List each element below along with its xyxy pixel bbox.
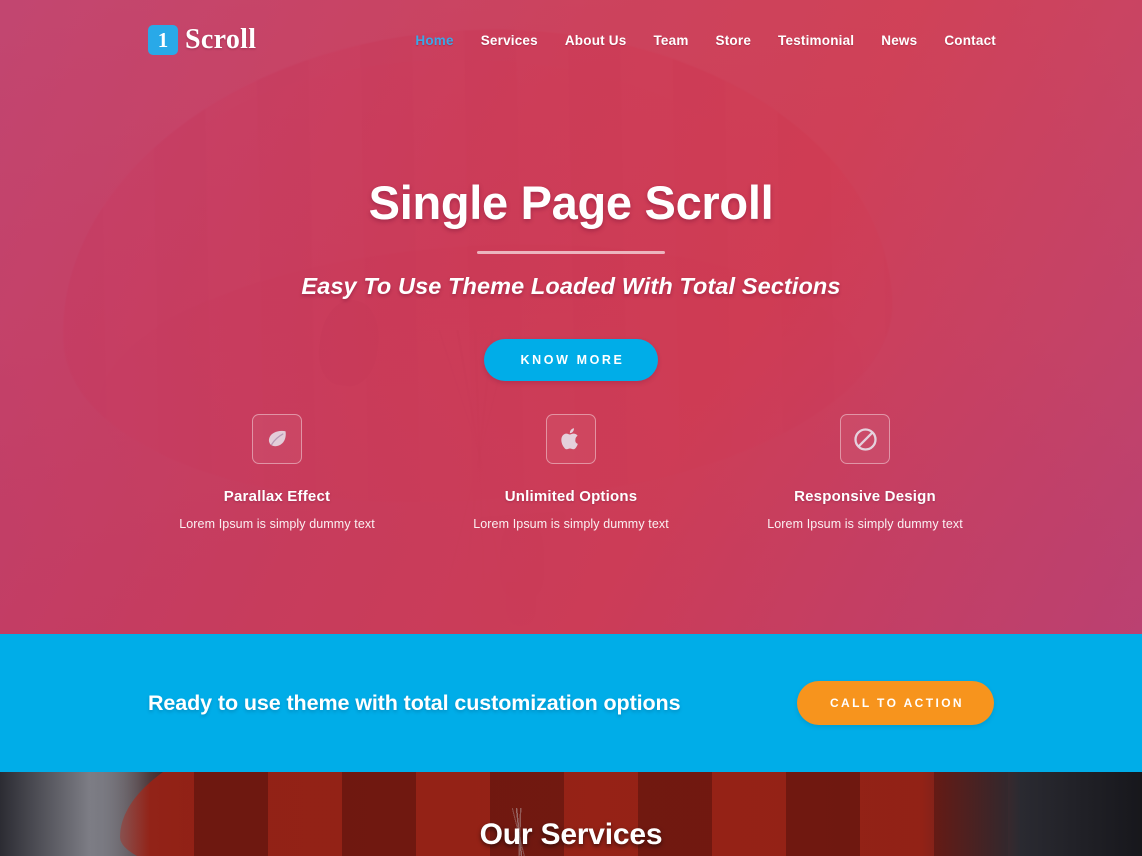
apple-icon [559,426,583,452]
services-title: Our Services [479,818,663,851]
feature-item-responsive-design: Responsive Design Lorem Ipsum is simply … [718,414,1012,531]
logo-text: Scroll [185,24,257,55]
landing-page: 1 Scroll Home Services About Us Team Sto… [0,0,1142,856]
feature-title: Parallax Effect [223,488,331,505]
feature-item-unlimited-options: Unlimited Options Lorem Ipsum is simply … [424,414,718,531]
feature-item-parallax-effect: Parallax Effect Lorem Ipsum is simply du… [130,414,424,531]
nav-item-testimonial[interactable]: Testimonial [778,33,854,48]
hero-subtitle: Easy To Use Theme Loaded With Total Sect… [301,272,841,299]
feature-icon-box [252,414,302,464]
cta-headline: Ready to use theme with total customizat… [148,690,681,715]
site-header: 1 Scroll Home Services About Us Team Sto… [0,0,1142,80]
nav-item-contact[interactable]: Contact [944,33,996,48]
nav-item-store[interactable]: Store [716,33,752,48]
ban-icon [853,427,878,452]
call-to-action-button[interactable]: CALL TO ACTION [796,681,994,725]
nav-item-services[interactable]: Services [481,33,538,48]
hero-divider [477,250,665,254]
feature-icon-box [840,414,890,464]
main-navigation: Home Services About Us Team Store Testim… [415,33,996,48]
hero-title: Single Page Scroll [368,176,774,229]
hero-feature-list: Parallax Effect Lorem Ipsum is simply du… [0,414,1142,531]
feature-description: Lorem Ipsum is simply dummy text [767,517,963,531]
feature-description: Lorem Ipsum is simply dummy text [473,517,669,531]
feature-description: Lorem Ipsum is simply dummy text [179,517,375,531]
site-logo[interactable]: 1 Scroll [148,24,256,56]
hero-section: 1 Scroll Home Services About Us Team Sto… [0,0,1142,634]
leaf-icon [265,427,289,451]
call-to-action-band: Ready to use theme with total customizat… [0,634,1142,772]
feature-title: Unlimited Options [504,488,638,505]
nav-item-home[interactable]: Home [415,33,453,48]
nav-item-news[interactable]: News [881,33,917,48]
feature-title: Responsive Design [794,488,936,505]
feature-icon-box [546,414,596,464]
nav-item-team[interactable]: Team [653,33,688,48]
nav-item-about-us[interactable]: About Us [565,33,627,48]
logo-badge-icon: 1 [148,25,178,55]
know-more-button[interactable]: KNOW MORE [483,338,659,381]
hero-content: Single Page Scroll Easy To Use Theme Loa… [0,176,1142,381]
